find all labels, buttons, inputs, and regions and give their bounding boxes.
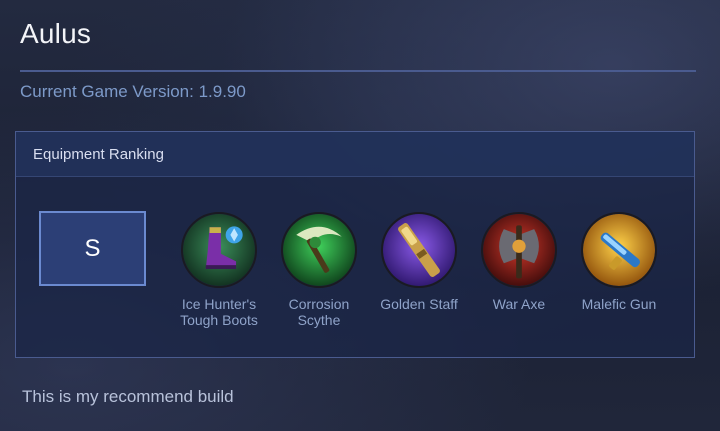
hero-name: Aulus <box>20 18 92 49</box>
tier-label: S <box>84 234 101 262</box>
item-label: Corrosion Scythe <box>288 296 350 328</box>
item-golden-staff[interactable]: Golden Staff <box>369 212 469 312</box>
panel-header: Equipment Ranking <box>16 132 694 177</box>
build-note: This is my recommend build <box>22 387 234 406</box>
title-divider <box>20 70 696 72</box>
panel-title: Equipment Ranking <box>33 145 164 163</box>
axe-icon[interactable] <box>481 212 557 288</box>
item-war-axe[interactable]: War Axe <box>469 212 569 312</box>
tier-badge[interactable]: S <box>39 211 146 286</box>
item-label: Malefic Gun <box>581 296 657 312</box>
game-version: Current Game Version: 1.9.90 <box>20 82 246 101</box>
item-malefic-gun[interactable]: Malefic Gun <box>569 212 669 312</box>
item-label: Golden Staff <box>380 296 458 312</box>
boots-icon[interactable] <box>181 212 257 288</box>
item-label: War Axe <box>492 296 546 312</box>
scythe-icon[interactable] <box>281 212 357 288</box>
equipment-ranking-panel: Equipment Ranking S Ice Hunter's Tough B… <box>15 131 695 358</box>
item-ice-hunters-tough-boots[interactable]: Ice Hunter's Tough Boots <box>169 212 269 328</box>
staff-icon[interactable] <box>381 212 457 288</box>
gun-icon[interactable] <box>581 212 657 288</box>
item-label: Ice Hunter's Tough Boots <box>180 296 258 328</box>
item-corrosion-scythe[interactable]: Corrosion Scythe <box>269 212 369 328</box>
